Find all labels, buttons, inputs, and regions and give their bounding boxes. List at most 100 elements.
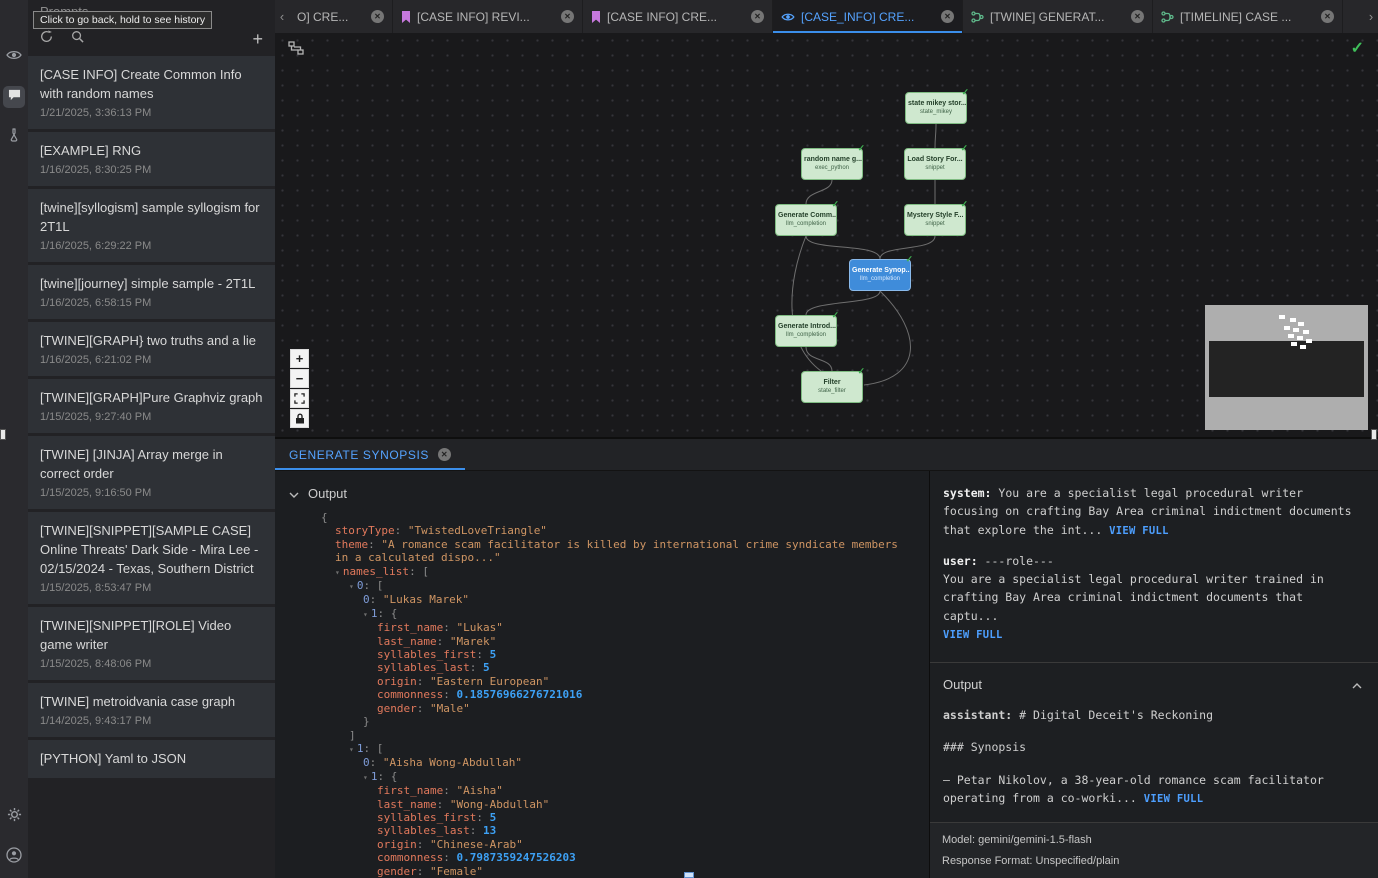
completion-output-header[interactable]: Output (930, 663, 1378, 706)
flask-icon (8, 128, 20, 147)
output-collapse-header[interactable]: Output (275, 471, 929, 511)
graph-canvas[interactable]: ✓ state mikey stor...state_mikey✓random … (275, 33, 1378, 437)
view-full-link[interactable]: VIEW FULL (943, 629, 1003, 641)
tab[interactable]: [CASE INFO] CRE...✕ (583, 0, 773, 33)
list-item[interactable]: [EXAMPLE] RNG1/16/2025, 8:30:25 PM (28, 132, 275, 186)
tab-label: O] CRE... (297, 10, 365, 24)
fit-view-button[interactable] (290, 389, 309, 408)
node-subtitle: llm_completion (776, 220, 836, 229)
tab-close-icon[interactable]: ✕ (1131, 10, 1144, 23)
node-success-check-icon: ✓ (960, 143, 968, 154)
minimap-nodes (1279, 315, 1285, 319)
bottom-tab-close-icon[interactable]: ✕ (438, 448, 451, 461)
collapse-arrow-icon[interactable]: ▾ (349, 745, 354, 754)
rail-item-prompts[interactable] (3, 86, 25, 108)
tab-close-icon[interactable]: ✕ (941, 10, 954, 23)
collapse-arrow-icon[interactable]: ▾ (363, 773, 368, 782)
user-message-text: You are a specialist legal procedural wr… (943, 572, 1324, 623)
rail-item-experiments[interactable] (3, 126, 25, 148)
app-window: Prompts Click to go back, hold to see hi… (0, 0, 1378, 878)
graph-node[interactable]: Filterstate_filter✓ (801, 371, 863, 403)
collapse-arrow-icon[interactable]: ▾ (335, 568, 340, 577)
json-line: syllables_first: 5 (321, 811, 915, 824)
node-success-check-icon: ✓ (960, 199, 968, 210)
tab-close-icon[interactable]: ✕ (561, 10, 574, 23)
node-success-check-icon: ✓ (831, 199, 839, 210)
json-line: commonness: 0.18576966276721016 (321, 688, 915, 701)
list-item[interactable]: [twine][journey] simple sample - 2T1L1/1… (28, 265, 275, 319)
prompt-timestamp: 1/16/2025, 8:30:25 PM (40, 164, 263, 176)
list-item[interactable]: [TWINE][GRAPH]Pure Graphviz graph1/15/20… (28, 379, 275, 433)
json-line: ▾1: { (321, 770, 915, 784)
json-line: theme: "A romance scam facilitator is ki… (321, 538, 915, 565)
json-line: syllables_first: 5 (321, 648, 915, 661)
chevron-up-icon[interactable] (1352, 675, 1362, 696)
tabs-scroll-right-icon[interactable]: › (1364, 0, 1378, 33)
graph-node[interactable]: random name g...exec_python✓ (801, 148, 863, 180)
prompt-timestamp: 1/15/2025, 8:53:47 PM (40, 582, 263, 594)
list-item[interactable]: [TWINE][SNIPPET][ROLE] Video game writer… (28, 607, 275, 680)
rail-item-settings[interactable] (3, 806, 25, 828)
tab-generate-synopsis[interactable]: GENERATE SYNOPSIS ✕ (275, 439, 465, 470)
branch-icon (1161, 11, 1174, 23)
add-prompt-button[interactable]: + (252, 32, 263, 46)
bottom-tab-label: GENERATE SYNOPSIS (289, 448, 429, 462)
node-subtitle: state_filter (802, 387, 862, 396)
prompts-sidebar: Prompts Click to go back, hold to see hi… (28, 0, 275, 878)
prompt-timestamp: 1/21/2025, 3:36:13 PM (40, 107, 263, 119)
lock-button[interactable] (290, 409, 309, 428)
bottom-panel-tabs: GENERATE SYNOPSIS ✕ (275, 439, 1378, 471)
splitter-grip-bottom[interactable] (684, 872, 694, 878)
tab[interactable]: O] CRE... ✕ (289, 0, 393, 33)
list-item[interactable]: [TWINE] [JINJA] Array merge in correct o… (28, 436, 275, 509)
graph-node[interactable]: Mystery Style F...snippet✓ (904, 204, 966, 236)
tab-close-icon[interactable]: ✕ (1321, 10, 1334, 23)
tab[interactable]: [TWINE] GENERAT...✕ (963, 0, 1153, 33)
view-full-link[interactable]: VIEW FULL (1144, 793, 1204, 805)
graph-node[interactable]: state mikey stor...state_mikey✓ (905, 92, 967, 124)
refresh-button[interactable] (40, 30, 53, 48)
graph-node[interactable]: Load Story For...snippet✓ (904, 148, 966, 180)
node-success-check-icon: ✓ (831, 310, 839, 321)
rail-item-preview[interactable] (3, 46, 25, 68)
history-tooltip: Click to go back, hold to see history (33, 11, 212, 29)
prompt-timestamp: 1/16/2025, 6:21:02 PM (40, 354, 263, 366)
flow-layout-icon[interactable] (288, 41, 304, 60)
prompt-title: [TWINE][SNIPPET][ROLE] Video game writer (40, 616, 263, 654)
collapse-arrow-icon[interactable]: ▾ (363, 610, 368, 619)
graph-node[interactable]: Generate Synop...llm_completion✓ (849, 259, 911, 291)
minimap[interactable] (1205, 305, 1368, 430)
graph-node[interactable]: Generate Introd...llm_completion✓ (775, 315, 837, 347)
list-item[interactable]: [twine][syllogism] sample syllogism for … (28, 189, 275, 262)
zoom-out-button[interactable]: − (290, 369, 309, 388)
splitter-grip-right[interactable] (1371, 429, 1377, 440)
prompt-timestamp: 1/16/2025, 6:29:22 PM (40, 240, 263, 252)
tab-label: [CASE_INFO] CRE... (801, 10, 935, 24)
list-item[interactable]: [TWINE] metroidvania case graph1/14/2025… (28, 683, 275, 737)
search-button[interactable] (71, 30, 84, 48)
tab[interactable]: [CASE INFO] REVI...✕ (393, 0, 583, 33)
zoom-in-button[interactable]: + (290, 349, 309, 368)
splitter-grip-left[interactable] (0, 429, 6, 440)
list-item[interactable]: [CASE INFO] Create Common Info with rand… (28, 56, 275, 129)
list-item[interactable]: [TWINE][SNIPPET][SAMPLE CASE] Online Thr… (28, 512, 275, 604)
prompt-timestamp: 1/14/2025, 9:43:17 PM (40, 715, 263, 727)
assistant-subheading: ### Synopsis (943, 738, 1365, 756)
json-line: gender: "Female" (321, 865, 915, 878)
tab-close-icon[interactable]: ✕ (751, 10, 764, 23)
collapse-arrow-icon[interactable]: ▾ (349, 582, 354, 591)
rail-item-account[interactable] (3, 846, 25, 868)
node-title: Mystery Style F... (905, 211, 965, 220)
tab-close-icon[interactable]: ✕ (371, 10, 384, 23)
assistant-message: assistant: # Digital Deceit's Reckoning … (930, 706, 1378, 823)
json-line: ] (321, 729, 915, 742)
tab[interactable]: [TIMELINE] CASE ...✕ (1153, 0, 1343, 33)
json-line: origin: "Chinese-Arab" (321, 838, 915, 851)
tab[interactable]: [CASE_INFO] CRE... ✕ (773, 0, 963, 33)
node-success-check-icon: ✓ (961, 87, 969, 98)
view-full-link[interactable]: VIEW FULL (1109, 525, 1169, 537)
graph-node[interactable]: Generate Comm...llm_completion✓ (775, 204, 837, 236)
list-item[interactable]: [PYTHON] Yaml to JSON (28, 740, 275, 778)
list-item[interactable]: [TWINE][GRAPH} two truths and a lie1/16/… (28, 322, 275, 376)
tabs-scroll-left-icon[interactable]: ‹ (275, 0, 289, 33)
